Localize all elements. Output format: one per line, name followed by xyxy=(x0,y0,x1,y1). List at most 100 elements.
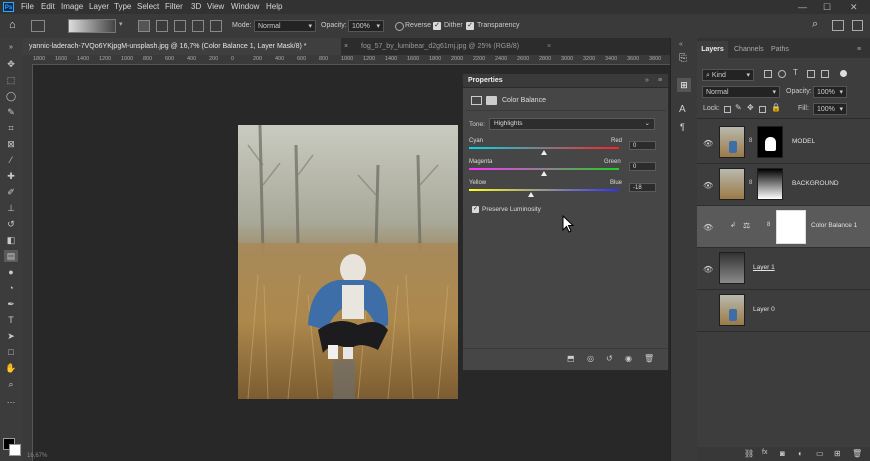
tone-select[interactable]: Highlights ⌄ xyxy=(489,118,655,130)
delete-layer-icon[interactable]: 🗑 xyxy=(852,449,862,458)
layer-row-model[interactable]: 👁 8 MODEL xyxy=(697,122,870,164)
visibility-eye-icon[interactable]: 👁 xyxy=(703,181,713,190)
menu-view[interactable]: View xyxy=(207,0,224,14)
dither-checkbox[interactable]: ✓ xyxy=(433,22,441,30)
eraser-tool-icon[interactable]: ◧ xyxy=(4,234,18,246)
lock-artboard-icon[interactable] xyxy=(759,106,766,113)
blend-mode-select[interactable]: Normal ▾ xyxy=(702,86,780,98)
collapse-icon[interactable]: « xyxy=(679,41,683,48)
new-layer-icon[interactable]: ⊞ xyxy=(834,449,841,458)
home-icon[interactable]: ⌂ xyxy=(9,20,16,31)
menu-3d[interactable]: 3D xyxy=(191,0,201,14)
properties-panel-icon[interactable]: ⊞ xyxy=(677,78,691,92)
lock-image-icon[interactable]: ✎ xyxy=(735,103,742,112)
lock-all-icon[interactable]: 🔒 xyxy=(771,103,781,112)
menu-help[interactable]: Help xyxy=(266,0,282,14)
quick-selection-tool-icon[interactable]: ✎ xyxy=(4,106,18,118)
panel-menu-icon[interactable]: ≡ xyxy=(857,41,861,58)
cyan-red-thumb[interactable] xyxy=(541,150,547,155)
tab-yannic-laderach[interactable]: yannic-laderach-7VQo6YKjpgM-unsplash.jpg… xyxy=(23,38,341,55)
link-icon[interactable]: 8 xyxy=(767,222,770,228)
tab-fog[interactable]: fog_57_by_lumibear_d2g61mj.jpg @ 25% (RG… xyxy=(355,38,555,55)
hand-tool-icon[interactable]: ✋ xyxy=(4,362,18,374)
share-icon[interactable] xyxy=(852,20,863,31)
magenta-green-track[interactable] xyxy=(469,168,619,170)
yellow-blue-track[interactable] xyxy=(469,189,619,191)
mode-select[interactable]: Normal ▾ xyxy=(254,20,316,32)
preserve-luminosity-checkbox[interactable]: ✓ xyxy=(472,206,479,213)
reflected-gradient-icon[interactable] xyxy=(192,20,204,32)
zoom-tool-icon[interactable]: ⌕ xyxy=(4,378,18,390)
layer-row-color-balance[interactable]: 👁 ↲ ⚖ 8 Color Balance 1 xyxy=(697,206,870,248)
frame-tool-icon[interactable]: ⊠ xyxy=(4,138,18,150)
link-icon[interactable]: 8 xyxy=(749,180,752,186)
menu-select[interactable]: Select xyxy=(137,0,159,14)
reset-icon[interactable]: ↺ xyxy=(606,354,613,363)
mask-icon[interactable] xyxy=(486,96,497,105)
lasso-tool-icon[interactable]: ◯ xyxy=(4,90,18,102)
visibility-eye-icon[interactable]: 👁 xyxy=(703,265,713,274)
filter-shape-icon[interactable] xyxy=(807,70,815,78)
tab-paths[interactable]: Paths xyxy=(771,41,789,58)
visibility-eye-icon[interactable]: 👁 xyxy=(703,223,713,232)
marquee-tool-icon[interactable]: ⬚ xyxy=(4,74,18,86)
filter-type-icon[interactable]: T xyxy=(793,68,798,77)
character-panel-icon[interactable]: A xyxy=(679,104,686,115)
magenta-green-thumb[interactable] xyxy=(541,171,547,176)
diamond-gradient-icon[interactable] xyxy=(210,20,222,32)
menu-image[interactable]: Image xyxy=(61,0,83,14)
menu-layer[interactable]: Layer xyxy=(89,0,109,14)
minimize-button[interactable]: — xyxy=(798,0,807,14)
shape-tool-icon[interactable]: □ xyxy=(4,346,18,358)
close-tab-icon[interactable]: × xyxy=(547,38,551,55)
view-previous-state-icon[interactable]: ◎ xyxy=(587,354,594,363)
clone-stamp-tool-icon[interactable]: ⊥ xyxy=(4,202,18,214)
filter-adjustment-icon[interactable] xyxy=(778,70,786,78)
collapse-panel-icon[interactable]: » xyxy=(645,74,649,87)
clip-to-layer-icon[interactable]: ⬒ xyxy=(567,354,575,363)
lock-transparent-icon[interactable] xyxy=(724,106,731,113)
new-adjustment-icon[interactable]: ◐ xyxy=(798,449,803,458)
yellow-blue-value[interactable]: -18 xyxy=(629,183,656,192)
magenta-green-value[interactable]: 0 xyxy=(629,162,656,171)
menu-file[interactable]: File xyxy=(21,0,34,14)
history-panel-icon[interactable]: ⎘ xyxy=(679,53,687,64)
reverse-checkbox[interactable] xyxy=(395,22,404,31)
tool-preset-picker-icon[interactable] xyxy=(31,20,45,32)
type-tool-icon[interactable]: T xyxy=(4,314,18,326)
menu-filter[interactable]: Filter xyxy=(165,0,183,14)
eyedropper-tool-icon[interactable]: ⁄ xyxy=(4,154,18,166)
layer-row-layer-0[interactable]: Layer 0 xyxy=(697,290,870,332)
delete-icon[interactable]: 🗑 xyxy=(644,354,654,363)
filter-kind-select[interactable]: ⌕ Kind ▾ xyxy=(702,69,754,81)
layer-row-background[interactable]: 👁 8 BACKGROUND xyxy=(697,164,870,206)
layer-row-layer-1[interactable]: 👁 Layer 1 xyxy=(697,248,870,290)
tab-channels[interactable]: Channels xyxy=(734,41,764,58)
gradient-picker[interactable] xyxy=(68,19,116,33)
linear-gradient-icon[interactable] xyxy=(138,20,150,32)
crop-tool-icon[interactable]: ⌗ xyxy=(4,122,18,134)
filter-toggle-icon[interactable] xyxy=(840,70,847,77)
layer-opacity-input[interactable]: 100% ▾ xyxy=(813,86,847,98)
filter-pixel-icon[interactable] xyxy=(764,70,772,78)
add-mask-icon[interactable]: ◙ xyxy=(780,449,785,458)
pen-tool-icon[interactable]: ✒ xyxy=(4,298,18,310)
move-tool-icon[interactable]: ✥ xyxy=(4,58,18,70)
panel-menu-icon[interactable]: ≡ xyxy=(658,74,662,87)
history-brush-tool-icon[interactable]: ↺ xyxy=(4,218,18,230)
radial-gradient-icon[interactable] xyxy=(156,20,168,32)
link-icon[interactable]: 8 xyxy=(749,138,752,144)
new-group-icon[interactable]: ▭ xyxy=(816,449,824,458)
collapse-icon[interactable]: » xyxy=(4,42,18,54)
workspace-icon[interactable] xyxy=(832,20,844,31)
filter-smart-object-icon[interactable] xyxy=(821,70,829,78)
healing-brush-tool-icon[interactable]: ✚ xyxy=(4,170,18,182)
chevron-down-icon[interactable]: ▾ xyxy=(119,20,123,28)
close-button[interactable]: ✕ xyxy=(850,0,858,14)
lock-position-icon[interactable]: ✥ xyxy=(747,103,754,112)
path-selection-tool-icon[interactable]: ➤ xyxy=(4,330,18,342)
visibility-icon[interactable]: ◉ xyxy=(625,354,632,363)
document-image[interactable] xyxy=(238,125,458,399)
menu-type[interactable]: Type xyxy=(114,0,131,14)
layer-name[interactable]: Layer 1 xyxy=(753,264,775,271)
